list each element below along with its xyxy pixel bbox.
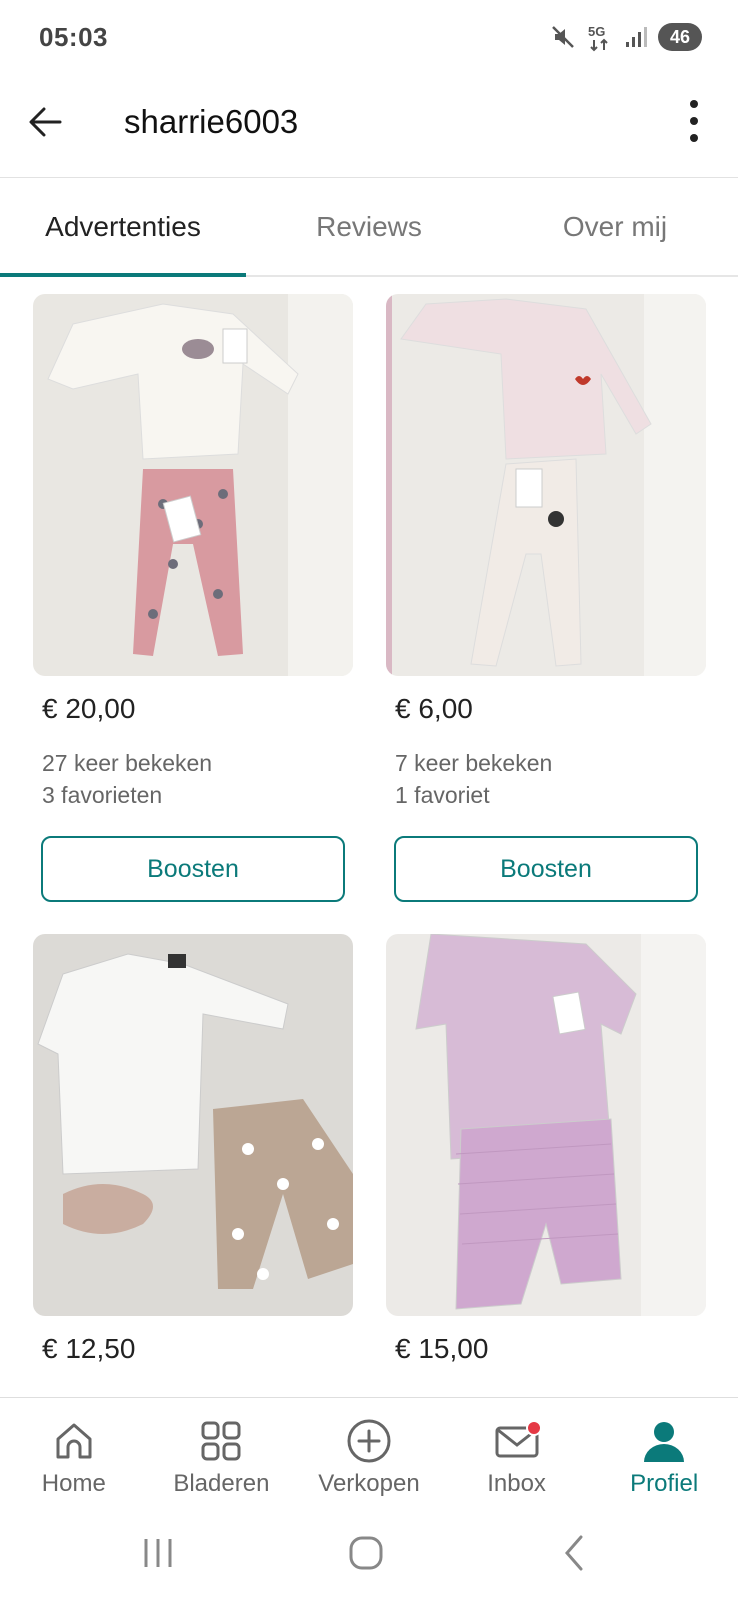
nav-bladeren[interactable]: Bladeren — [148, 1398, 296, 1508]
more-vertical-icon — [690, 100, 698, 142]
notification-badge — [525, 1420, 542, 1436]
more-options-button[interactable] — [680, 96, 708, 146]
profile-header: sharrie6003 — [0, 78, 738, 178]
system-navigation-bar — [0, 1507, 738, 1600]
tab-over-mij[interactable]: Over mij — [492, 179, 738, 275]
nav-profiel[interactable]: Profiel — [590, 1398, 738, 1508]
listing-price: € 15,00 — [395, 1333, 489, 1364]
listing-card[interactable] — [33, 294, 353, 676]
recent-apps-button[interactable] — [128, 1531, 188, 1575]
5g-icon: 5G — [586, 22, 614, 52]
battery-icon: 46 — [658, 23, 702, 51]
nav-verkopen[interactable]: Verkopen — [295, 1398, 443, 1508]
listing-price: € 20,00 — [42, 693, 136, 724]
home-icon — [49, 1416, 99, 1466]
nav-label: Home — [41, 1470, 106, 1497]
home-circle-icon — [349, 1536, 383, 1570]
mail-icon — [492, 1416, 542, 1466]
tab-reviews[interactable]: Reviews — [246, 179, 492, 275]
status-icons: 5G 46 — [550, 20, 702, 54]
back-button[interactable] — [24, 100, 68, 144]
back-system-button[interactable] — [544, 1531, 604, 1575]
listing-card[interactable] — [33, 934, 353, 1316]
home-system-button[interactable] — [336, 1531, 396, 1575]
listing-photo[interactable] — [33, 294, 353, 676]
listing-photo[interactable] — [386, 934, 706, 1316]
listing-favorites: 3 favorieten — [42, 782, 163, 808]
grid-icon — [196, 1416, 246, 1466]
listing-card[interactable] — [386, 934, 706, 1316]
boost-button[interactable]: Boosten — [394, 836, 698, 902]
status-time: 05:03 — [39, 22, 108, 52]
page-title: sharrie6003 — [124, 103, 299, 140]
chevron-left-icon — [565, 1535, 583, 1571]
listing-card[interactable] — [386, 294, 706, 676]
svg-text:5G: 5G — [588, 24, 605, 39]
nav-inbox[interactable]: Inbox — [443, 1398, 591, 1508]
listing-photo[interactable] — [386, 294, 706, 676]
listing-views: 27 keer bekeken — [42, 750, 213, 776]
bottom-navigation: Home Bladeren Verkopen Inbox Profiel — [0, 1397, 738, 1507]
signal-icon — [624, 25, 648, 49]
listing-views: 7 keer bekeken — [395, 750, 553, 776]
nav-home[interactable]: Home — [0, 1398, 148, 1508]
listing-favorites: 1 favoriet — [395, 782, 490, 808]
nav-label: Bladeren — [173, 1470, 270, 1497]
listing-price: € 6,00 — [395, 693, 473, 724]
nav-label: Verkopen — [318, 1470, 420, 1497]
tab-advertenties[interactable]: Advertenties — [0, 179, 246, 277]
person-icon — [639, 1416, 689, 1466]
plus-circle-icon — [344, 1416, 394, 1466]
listing-photo[interactable] — [33, 934, 353, 1316]
nav-label: Inbox — [487, 1470, 546, 1497]
profile-tabs: Advertenties Reviews Over mij — [0, 179, 738, 277]
mute-icon — [550, 24, 576, 50]
boost-button[interactable]: Boosten — [41, 836, 345, 902]
listing-price: € 12,50 — [42, 1333, 136, 1364]
status-bar: 05:03 5G 46 — [0, 0, 738, 78]
nav-label: Profiel — [630, 1470, 699, 1497]
recent-apps-icon — [144, 1539, 172, 1567]
arrow-left-icon — [29, 107, 62, 137]
